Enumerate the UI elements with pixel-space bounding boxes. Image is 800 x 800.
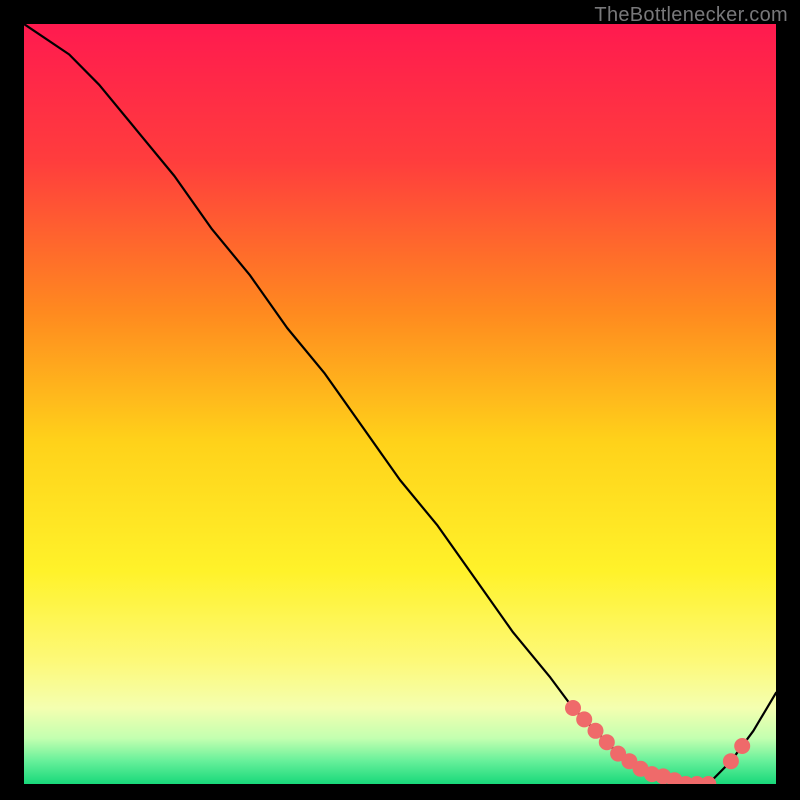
marker-dot [565,700,581,716]
marker-dot [723,753,739,769]
marker-dot [576,711,592,727]
marker-dot [588,723,604,739]
chart-frame: TheBottlenecker.com [0,0,800,800]
marker-dot [599,734,615,750]
bottleneck-chart [24,24,776,784]
marker-dot [734,738,750,754]
plot-background [24,24,776,784]
